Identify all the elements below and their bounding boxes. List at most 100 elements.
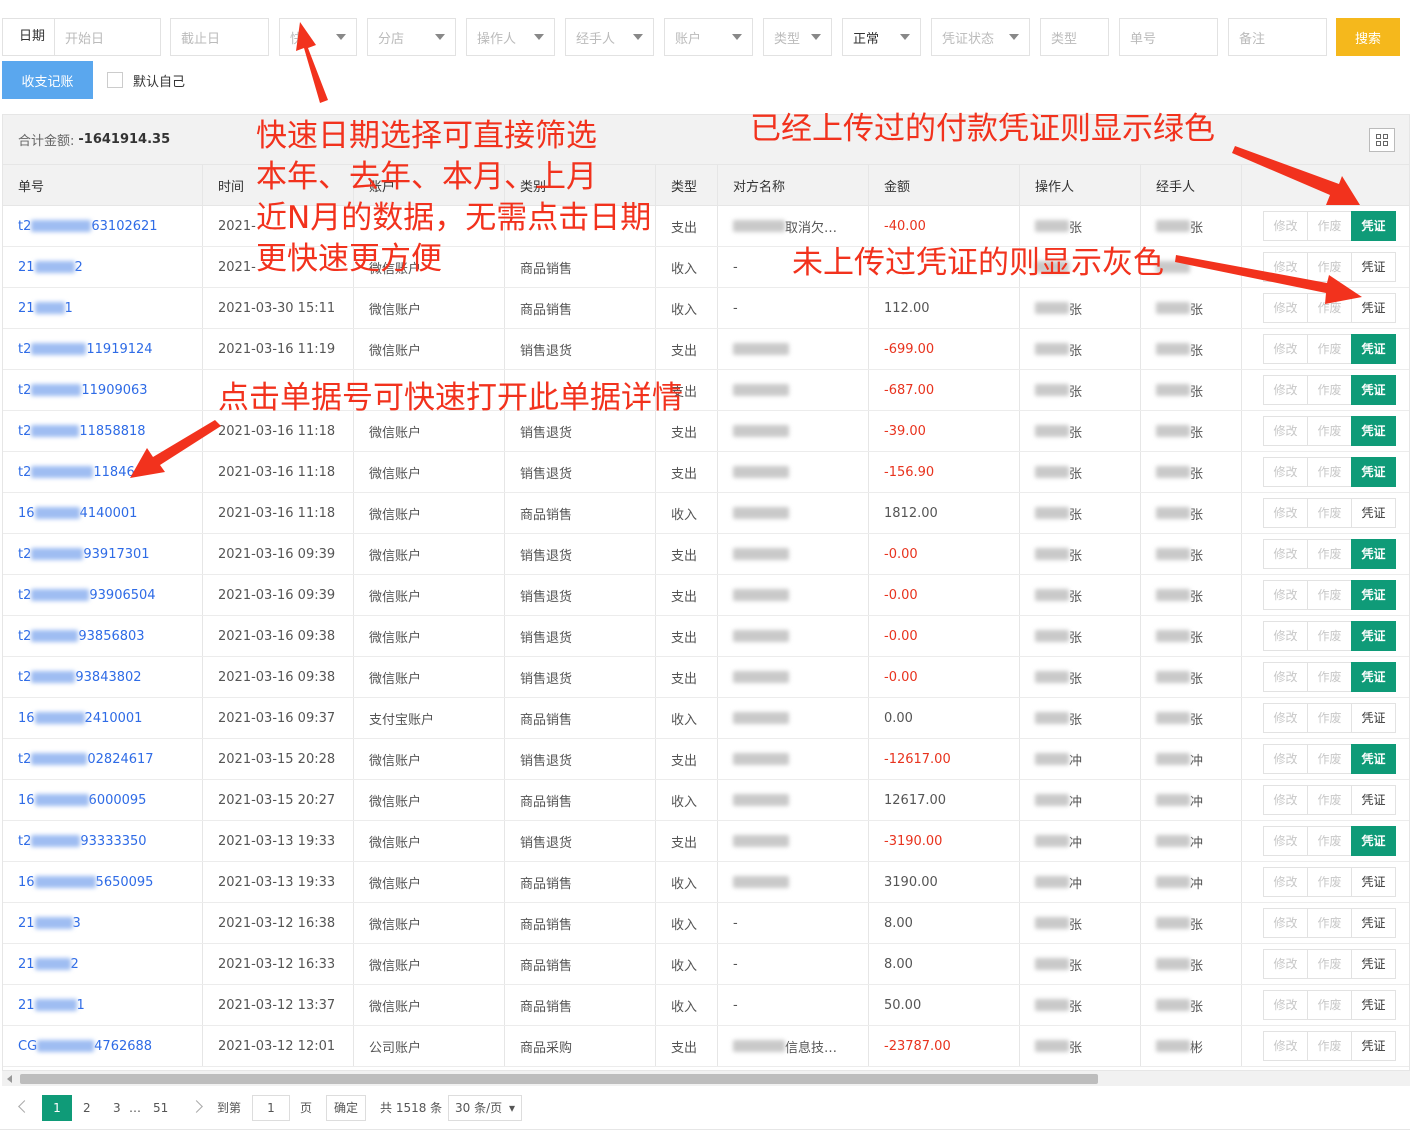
- page-last[interactable]: 51: [153, 1095, 168, 1121]
- edit-button[interactable]: 修改: [1263, 1031, 1308, 1061]
- voucher-button[interactable]: 凭证: [1351, 826, 1396, 856]
- search-button[interactable]: 搜索: [1336, 18, 1400, 56]
- scrollbar-thumb[interactable]: [20, 1074, 1098, 1084]
- voucher-button[interactable]: 凭证: [1351, 867, 1396, 897]
- void-button[interactable]: 作废: [1307, 293, 1352, 323]
- doc-no-link[interactable]: t2 63102621: [3, 206, 203, 246]
- edit-button[interactable]: 修改: [1263, 867, 1308, 897]
- doc-no-link[interactable]: t2 02824617: [3, 739, 203, 779]
- void-button[interactable]: 作废: [1307, 867, 1352, 897]
- edit-button[interactable]: 修改: [1263, 703, 1308, 733]
- col-header-operator[interactable]: 操作人: [1020, 165, 1141, 205]
- voucher-button[interactable]: 凭证: [1351, 211, 1396, 241]
- doc-no-link[interactable]: 16 4140001: [3, 493, 203, 533]
- next-page-icon[interactable]: [190, 1100, 203, 1113]
- void-button[interactable]: 作废: [1307, 621, 1352, 651]
- col-header-handler[interactable]: 经手人: [1141, 165, 1242, 205]
- status-select[interactable]: 正常: [842, 18, 921, 56]
- end-date-input[interactable]: 截止日: [170, 18, 269, 56]
- goto-confirm-button[interactable]: 确定: [326, 1095, 366, 1121]
- void-button[interactable]: 作废: [1307, 498, 1352, 528]
- type-select[interactable]: 类型: [763, 18, 832, 56]
- void-button[interactable]: 作废: [1307, 826, 1352, 856]
- edit-button[interactable]: 修改: [1263, 539, 1308, 569]
- void-button[interactable]: 作废: [1307, 990, 1352, 1020]
- doc-no-link[interactable]: 21 1: [3, 985, 203, 1025]
- edit-button[interactable]: 修改: [1263, 621, 1308, 651]
- goto-page-input[interactable]: 1: [252, 1095, 290, 1121]
- doc-no-link[interactable]: t2 93856803: [3, 616, 203, 656]
- edit-button[interactable]: 修改: [1263, 785, 1308, 815]
- doc-no-link[interactable]: t2 11846: [3, 452, 203, 492]
- type2-input[interactable]: 类型: [1040, 18, 1109, 56]
- void-button[interactable]: 作废: [1307, 457, 1352, 487]
- doc-no-link[interactable]: 21 3: [3, 903, 203, 943]
- edit-button[interactable]: 修改: [1263, 580, 1308, 610]
- edit-button[interactable]: 修改: [1263, 744, 1308, 774]
- void-button[interactable]: 作废: [1307, 785, 1352, 815]
- doc-no-link[interactable]: t2 93917301: [3, 534, 203, 574]
- doc-no-input[interactable]: 单号: [1119, 18, 1218, 56]
- page-size-select[interactable]: 30 条/页 ▾: [448, 1095, 522, 1121]
- voucher-button[interactable]: 凭证: [1351, 990, 1396, 1020]
- doc-no-link[interactable]: 16 6000095: [3, 780, 203, 820]
- voucher-button[interactable]: 凭证: [1351, 252, 1396, 282]
- void-button[interactable]: 作废: [1307, 334, 1352, 364]
- column-settings-button[interactable]: [1369, 128, 1395, 152]
- voucher-button[interactable]: 凭证: [1351, 1031, 1396, 1061]
- doc-no-link[interactable]: t2 93906504: [3, 575, 203, 615]
- voucher-button[interactable]: 凭证: [1351, 498, 1396, 528]
- default-self-checkbox[interactable]: [107, 72, 123, 88]
- voucher-button[interactable]: 凭证: [1351, 621, 1396, 651]
- doc-no-link[interactable]: 21 2: [3, 944, 203, 984]
- voucher-button[interactable]: 凭证: [1351, 375, 1396, 405]
- voucher-button[interactable]: 凭证: [1351, 785, 1396, 815]
- edit-button[interactable]: 修改: [1263, 416, 1308, 446]
- record-button[interactable]: 收支记账: [2, 61, 93, 99]
- doc-no-link[interactable]: t2 11858818: [3, 411, 203, 451]
- voucher-button[interactable]: 凭证: [1351, 703, 1396, 733]
- voucher-button[interactable]: 凭证: [1351, 334, 1396, 364]
- scroll-left-icon[interactable]: [7, 1075, 12, 1083]
- voucher-button[interactable]: 凭证: [1351, 457, 1396, 487]
- voucher-button[interactable]: 凭证: [1351, 908, 1396, 938]
- date-range-picker[interactable]: 日期 开始日: [2, 18, 161, 56]
- void-button[interactable]: 作废: [1307, 416, 1352, 446]
- edit-button[interactable]: 修改: [1263, 375, 1308, 405]
- edit-button[interactable]: 修改: [1263, 211, 1308, 241]
- edit-button[interactable]: 修改: [1263, 498, 1308, 528]
- col-header-amount[interactable]: 金额: [869, 165, 1020, 205]
- voucher-button[interactable]: 凭证: [1351, 416, 1396, 446]
- edit-button[interactable]: 修改: [1263, 826, 1308, 856]
- void-button[interactable]: 作废: [1307, 949, 1352, 979]
- void-button[interactable]: 作废: [1307, 252, 1352, 282]
- edit-button[interactable]: 修改: [1263, 252, 1308, 282]
- voucher-button[interactable]: 凭证: [1351, 744, 1396, 774]
- branch-select[interactable]: 分店: [367, 18, 456, 56]
- doc-no-link[interactable]: t2 11919124: [3, 329, 203, 369]
- edit-button[interactable]: 修改: [1263, 457, 1308, 487]
- void-button[interactable]: 作废: [1307, 539, 1352, 569]
- void-button[interactable]: 作废: [1307, 211, 1352, 241]
- void-button[interactable]: 作废: [1307, 662, 1352, 692]
- void-button[interactable]: 作废: [1307, 580, 1352, 610]
- void-button[interactable]: 作废: [1307, 703, 1352, 733]
- doc-no-link[interactable]: 21 2: [3, 247, 203, 287]
- horizontal-scrollbar[interactable]: [2, 1070, 1410, 1086]
- edit-button[interactable]: 修改: [1263, 293, 1308, 323]
- operator-select[interactable]: 操作人: [466, 18, 555, 56]
- edit-button[interactable]: 修改: [1263, 662, 1308, 692]
- edit-button[interactable]: 修改: [1263, 990, 1308, 1020]
- doc-no-link[interactable]: 21 1: [3, 288, 203, 328]
- edit-button[interactable]: 修改: [1263, 908, 1308, 938]
- col-header-type[interactable]: 类型: [656, 165, 718, 205]
- void-button[interactable]: 作废: [1307, 744, 1352, 774]
- doc-no-link[interactable]: 16 2410001: [3, 698, 203, 738]
- quick-date-select[interactable]: 快: [279, 18, 357, 56]
- voucher-button[interactable]: 凭证: [1351, 949, 1396, 979]
- page-2[interactable]: 2: [83, 1095, 91, 1121]
- doc-no-link[interactable]: t2 93843802: [3, 657, 203, 697]
- voucher-button[interactable]: 凭证: [1351, 662, 1396, 692]
- start-date-input[interactable]: 开始日: [55, 28, 104, 47]
- void-button[interactable]: 作废: [1307, 1031, 1352, 1061]
